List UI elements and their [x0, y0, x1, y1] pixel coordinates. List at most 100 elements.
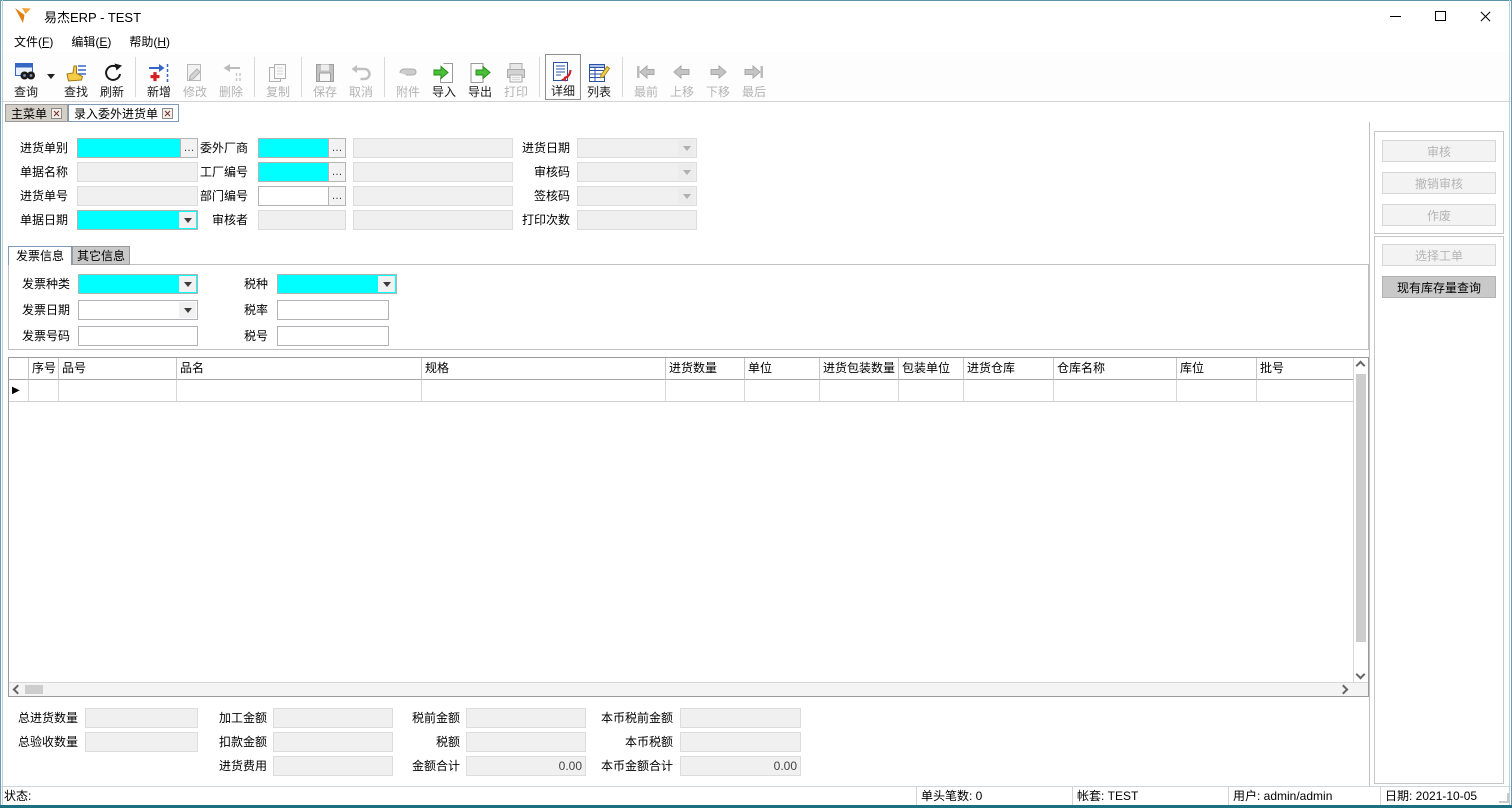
doc-date-combo[interactable]	[77, 210, 198, 230]
grid-column-seq[interactable]: 序号	[29, 358, 59, 380]
order-type-input[interactable]	[77, 138, 181, 158]
tax-rate-input[interactable]	[277, 300, 389, 320]
grid-cell[interactable]	[1177, 380, 1257, 402]
chevron-down-icon[interactable]	[179, 276, 196, 292]
status-bar: 状态: 单头笔数: 0 帐套: TEST 用户: admin/admin 日期:…	[0, 786, 1512, 805]
grid-cell[interactable]	[59, 380, 177, 402]
print-count-input	[577, 210, 697, 230]
grid-column-lot-no[interactable]: 批号	[1257, 358, 1354, 380]
close-button[interactable]	[1463, 1, 1508, 31]
grid-vertical-scrollbar[interactable]	[1353, 358, 1368, 682]
toolbar-button-attachment: 附件	[390, 54, 426, 100]
tab-main-menu[interactable]: 主菜单	[5, 104, 68, 122]
grid-column-pack-unit[interactable]: 包装单位	[899, 358, 964, 380]
invoice-date-combo[interactable]	[78, 300, 198, 320]
grid-column-unit[interactable]: 单位	[745, 358, 820, 380]
maximize-button[interactable]	[1418, 1, 1463, 31]
toolbar-button-detail[interactable]: 详细	[545, 54, 581, 100]
toolbar-button-list[interactable]: 列表	[581, 54, 617, 100]
scroll-right-icon[interactable]	[1337, 683, 1350, 696]
grid-cell[interactable]	[29, 380, 59, 402]
vendor-lookup-button[interactable]: …	[328, 138, 346, 158]
grid-cell[interactable]	[899, 380, 964, 402]
grid-cell[interactable]	[666, 380, 745, 402]
dept-no-input[interactable]	[258, 186, 329, 206]
grid-cell[interactable]	[177, 380, 422, 402]
tax-no-input[interactable]	[277, 326, 389, 346]
auditor-name-input	[353, 210, 513, 230]
grid-column-item-name[interactable]: 品名	[177, 358, 422, 380]
tab-close-icon[interactable]	[51, 108, 62, 119]
tax-kind-combo[interactable]	[277, 274, 397, 294]
horizontal-scroll-thumb[interactable]	[25, 685, 43, 694]
subtab-invoice-info[interactable]: 发票信息	[8, 246, 72, 265]
stock-quantity-query-button[interactable]: 现有库存量查询	[1382, 276, 1496, 298]
grid-cell[interactable]	[1257, 380, 1354, 402]
factory-no-input[interactable]	[258, 162, 329, 182]
menu-help[interactable]: 帮助(H)	[120, 33, 179, 50]
grid-column-spec[interactable]: 规格	[422, 358, 666, 380]
toolbar-separator	[539, 57, 540, 97]
resize-grip[interactable]	[1499, 793, 1509, 803]
toolbar-button-label: 复制	[266, 85, 290, 100]
factory-no-lookup-button[interactable]: …	[328, 162, 346, 182]
total-qty-input	[85, 708, 198, 728]
menu-file[interactable]: 文件(F)	[5, 33, 62, 50]
minimize-button[interactable]	[1373, 1, 1418, 31]
scroll-left-icon[interactable]	[11, 683, 24, 696]
toolbar-button-export[interactable]: 导出	[462, 54, 498, 100]
toolbar-button-add[interactable]: 新增	[141, 54, 177, 100]
toolbar-button-refresh[interactable]: 刷新	[94, 54, 130, 100]
chevron-down-icon[interactable]	[179, 302, 196, 318]
toolbar-button-label: 取消	[349, 85, 373, 100]
field-label-base-amt-total: 本币金额合计	[560, 756, 673, 776]
grid-horizontal-scrollbar[interactable]	[9, 682, 1368, 696]
arrow-left-icon	[670, 61, 694, 85]
toolbar-button-import[interactable]: 导入	[426, 54, 462, 100]
scroll-up-icon[interactable]	[1354, 359, 1367, 372]
dept-no-lookup-button[interactable]: …	[328, 186, 346, 206]
audit-button: 审核	[1382, 140, 1496, 162]
find-icon	[64, 61, 88, 85]
field-label-receipt-date: 进货日期	[495, 138, 570, 158]
toolbar-button-query[interactable]: 查询	[8, 54, 44, 100]
grid-column-warehouse[interactable]: 进货仓库	[964, 358, 1054, 380]
grid-cell[interactable]	[1054, 380, 1177, 402]
toolbar-button-label: 导出	[468, 85, 492, 100]
chevron-down-icon	[678, 188, 695, 204]
grid-column-bin[interactable]: 库位	[1177, 358, 1257, 380]
field-label-process-amt: 加工金额	[195, 708, 267, 728]
app-logo-icon	[12, 6, 34, 26]
grid-cell[interactable]	[820, 380, 899, 402]
grid-column-item-no[interactable]: 品号	[59, 358, 177, 380]
toolbar-button-find[interactable]: 查找	[58, 54, 94, 100]
scroll-down-icon[interactable]	[1354, 668, 1367, 681]
subtab-other-info[interactable]: 其它信息	[72, 246, 130, 265]
grid-column-receipt-qty[interactable]: 进货数量	[666, 358, 745, 380]
grid-column-pack-qty[interactable]: 进货包装数量	[820, 358, 899, 380]
modify-icon	[183, 61, 207, 85]
field-label-print-count: 打印次数	[495, 210, 570, 230]
invoice-type-combo[interactable]	[78, 274, 198, 294]
invoice-no-input[interactable]	[78, 326, 198, 346]
chevron-down-icon[interactable]	[378, 276, 395, 292]
tab-close-icon[interactable]	[162, 108, 173, 119]
grid-column-warehouse-name[interactable]: 仓库名称	[1054, 358, 1177, 380]
field-label-deduct-amt: 扣款金额	[195, 732, 267, 752]
tab-outsourcing-receipt-entry[interactable]: 录入委外进货单	[68, 104, 179, 122]
menu-edit[interactable]: 编辑(E)	[62, 33, 120, 50]
field-label-sign-code: 签核码	[495, 186, 570, 206]
vertical-scroll-thumb[interactable]	[1356, 374, 1366, 642]
toolbar-button-cancel: 取消	[343, 54, 379, 100]
toolbar: 查询 查找 刷新 新增 修改 删除 复制	[0, 52, 1512, 102]
vendor-input[interactable]	[258, 138, 329, 158]
field-label-doc-date: 单据日期	[10, 210, 68, 230]
grid-cell[interactable]	[745, 380, 820, 402]
query-dropdown-arrow[interactable]	[44, 54, 58, 100]
save-icon	[313, 61, 337, 85]
process-amt-input	[273, 708, 393, 728]
field-label-total-recv-qty: 总验收数量	[6, 732, 78, 752]
toolbar-button-label: 最前	[634, 85, 658, 100]
grid-cell[interactable]	[422, 380, 666, 402]
grid-cell[interactable]	[964, 380, 1054, 402]
